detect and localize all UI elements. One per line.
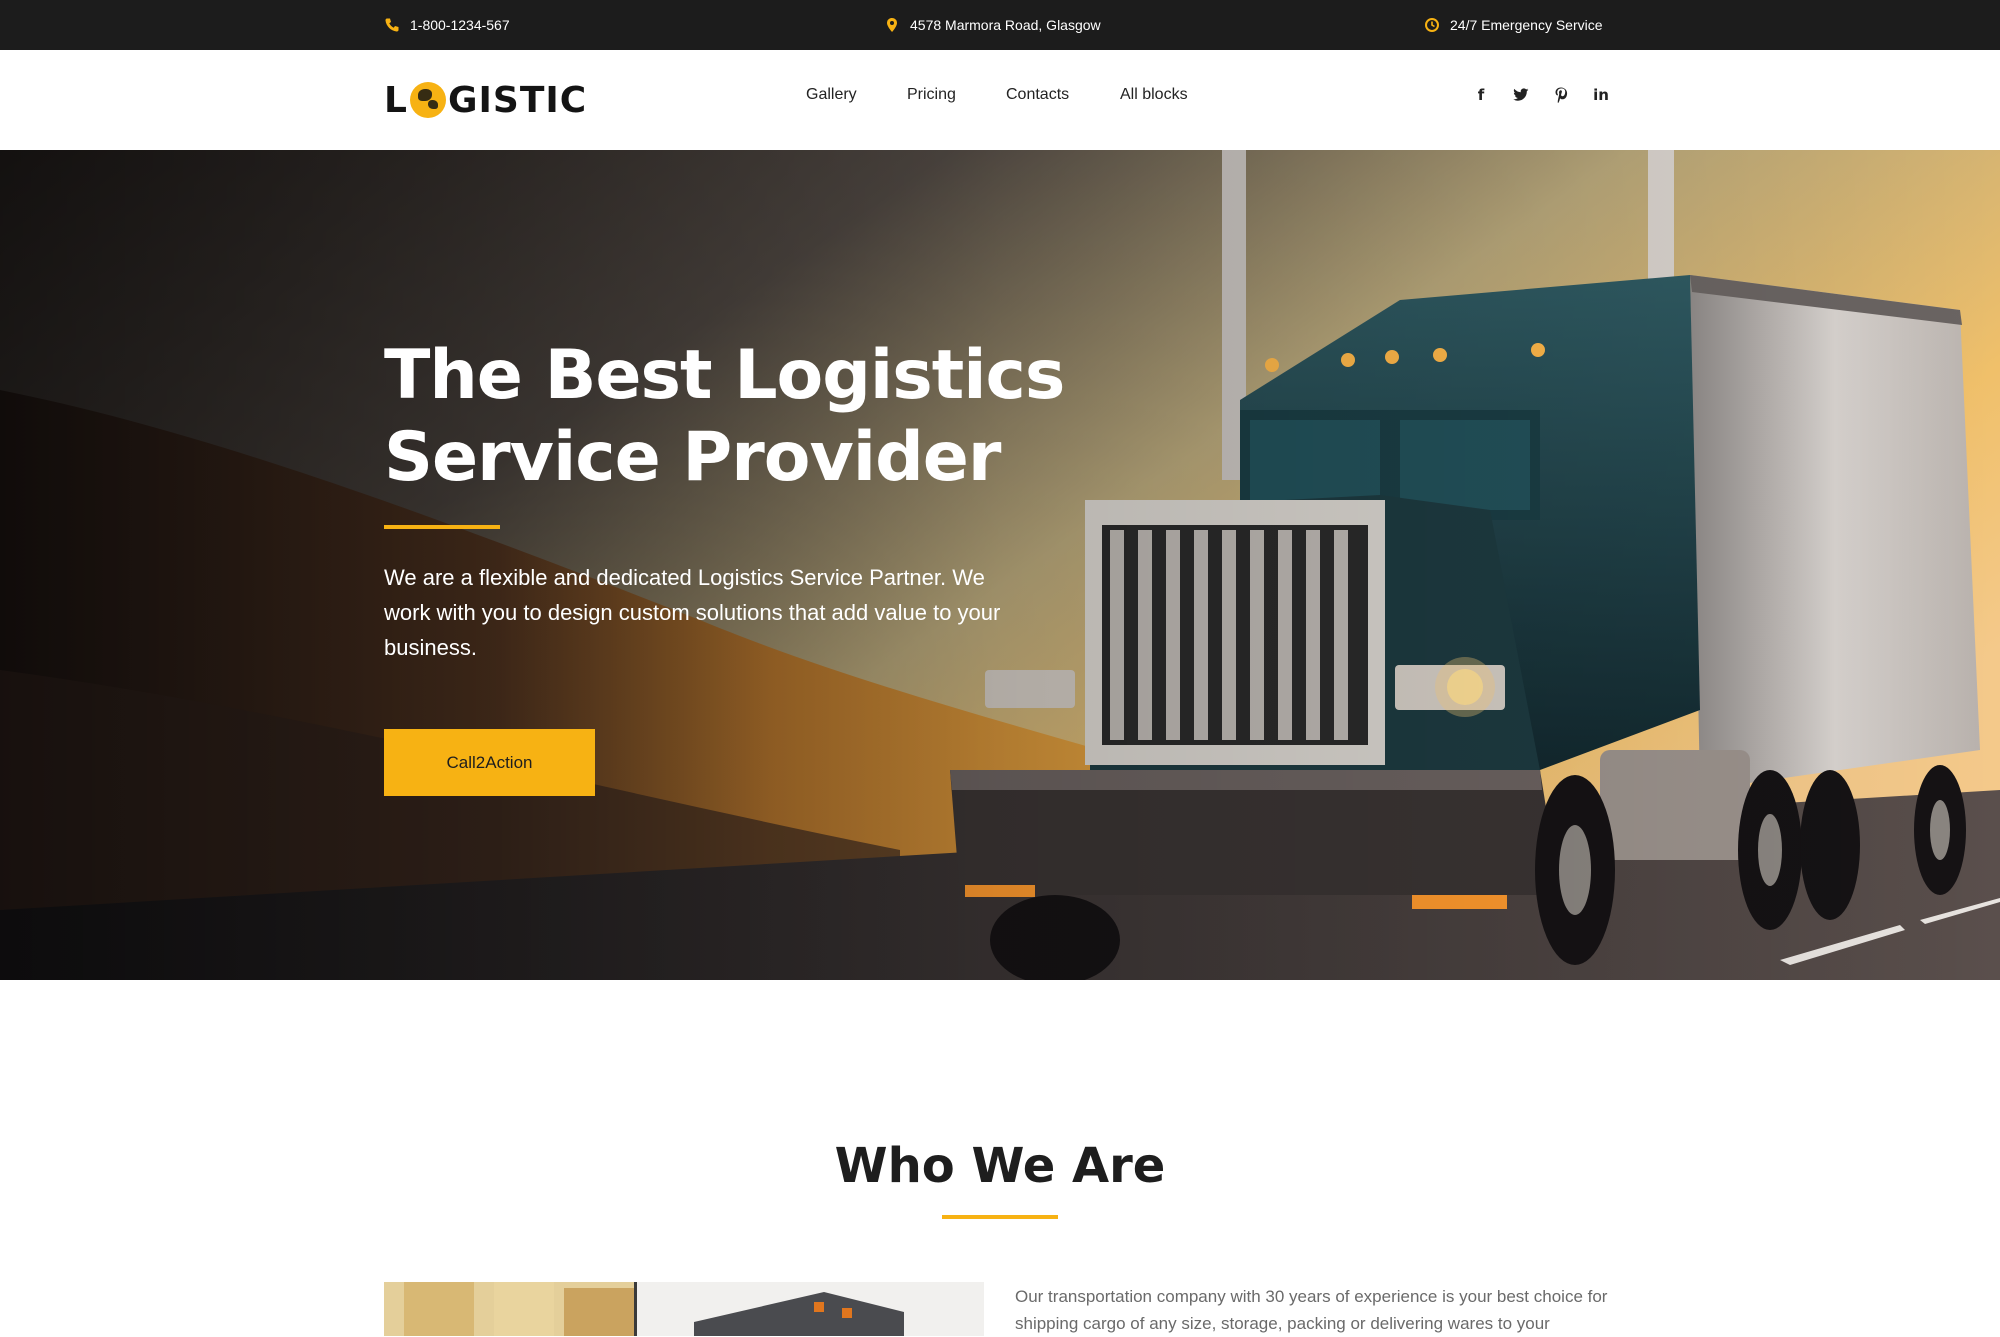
linkedin-icon[interactable]: in <box>1592 86 1610 104</box>
who-we-are-text: Our transportation company with 30 years… <box>1015 1287 1608 1333</box>
facebook-icon[interactable]: f <box>1472 86 1490 104</box>
who-we-are-title: Who We Are <box>834 1138 1166 1194</box>
hero-description: We are a flexible and dedicated Logistic… <box>384 565 1001 660</box>
topbar-service: 24/7 Emergency Service <box>1424 0 1603 50</box>
twitter-icon[interactable] <box>1512 86 1530 104</box>
topbar-phone[interactable]: 1-800-1234-567 <box>384 0 510 50</box>
hero-title-line-2: Service Provider <box>384 418 1001 497</box>
hero-section: The Best Logistics Service Provider We a… <box>0 150 2000 980</box>
clock-icon <box>1424 17 1440 33</box>
hero-divider <box>384 525 500 529</box>
topbar-phone-text: 1-800-1234-567 <box>410 17 510 33</box>
topbar-address: 4578 Marmora Road, Glasgow <box>884 0 1101 50</box>
nav-gallery[interactable]: Gallery <box>806 86 857 104</box>
main-header: L GISTIC Gallery Pricing Contacts All bl… <box>0 50 2000 150</box>
hero-title: The Best Logistics Service Provider <box>384 335 1084 499</box>
pinterest-icon[interactable] <box>1552 86 1570 104</box>
map-pin-icon <box>884 17 900 33</box>
who-we-are-divider <box>942 1215 1058 1219</box>
call-to-action-button[interactable]: Call2Action <box>384 729 595 796</box>
phone-icon <box>384 17 400 33</box>
globe-icon <box>409 82 446 118</box>
top-bar: 1-800-1234-567 4578 Marmora Road, Glasgo… <box>0 0 2000 50</box>
logo-text-right: GISTIC <box>447 79 588 121</box>
warehouse-image <box>384 1282 984 1336</box>
hero-title-line-1: The Best Logistics <box>384 336 1065 415</box>
nav-all-blocks[interactable]: All blocks <box>1120 86 1188 104</box>
nav-pricing[interactable]: Pricing <box>907 86 956 104</box>
social-links: f in <box>1472 86 1610 104</box>
topbar-service-text: 24/7 Emergency Service <box>1450 17 1603 33</box>
nav-contacts[interactable]: Contacts <box>1006 86 1069 104</box>
logo-text-left: L <box>384 79 408 121</box>
logo[interactable]: L GISTIC <box>384 78 587 122</box>
topbar-address-text: 4578 Marmora Road, Glasgow <box>910 17 1101 33</box>
